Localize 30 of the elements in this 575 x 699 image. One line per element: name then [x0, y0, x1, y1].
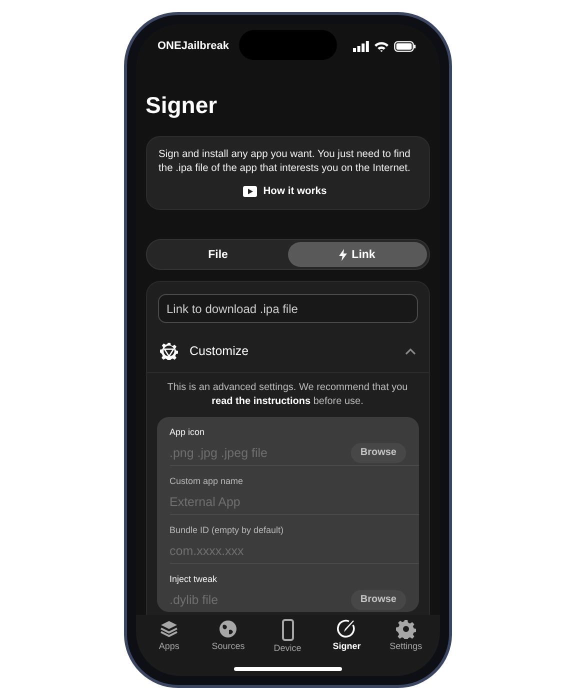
- wifi-icon: [374, 40, 388, 52]
- carrier-label: ONEJailbreak: [158, 40, 230, 52]
- field-label: Bundle ID (empty by default): [170, 525, 284, 536]
- how-it-works-link[interactable]: How it works: [243, 186, 327, 197]
- browse-button[interactable]: Browse: [351, 590, 406, 610]
- layers-icon: [159, 619, 180, 639]
- segment-tab[interactable]: Link: [288, 242, 426, 267]
- tab-item[interactable]: Apps: [140, 619, 199, 651]
- field-label: Inject tweak: [170, 574, 218, 585]
- settings-icon: [396, 619, 416, 639]
- lightning-icon: [338, 248, 347, 260]
- pen-circle-icon: [336, 619, 357, 639]
- field-label: App icon: [170, 427, 205, 438]
- battery-icon: [394, 40, 416, 52]
- gear-icon: [160, 342, 178, 360]
- link-input-field[interactable]: Link to download .ipa file: [158, 294, 418, 323]
- globe-icon: [218, 619, 238, 639]
- tab-item[interactable]: Device: [258, 619, 318, 653]
- info-text: Sign and install any app you want. You just need to find the .ipa file of the app that interests you on the Internet.: [158, 148, 412, 176]
- signal-icon: [352, 40, 368, 52]
- advice-text: This is an advanced settings. We recommend that you read the instructions before use.: [166, 381, 409, 409]
- tab-item[interactable]: Sources: [198, 619, 258, 651]
- tab-item[interactable]: Signer: [317, 619, 376, 651]
- tab-item[interactable]: Settings: [376, 619, 436, 651]
- segment-tab[interactable]: File: [148, 242, 288, 267]
- play-icon: [243, 186, 258, 197]
- customize-row[interactable]: Customize: [146, 336, 428, 373]
- browse-button[interactable]: Browse: [351, 442, 406, 462]
- field-label: Custom app name: [170, 476, 244, 487]
- page-title: Signer: [146, 91, 218, 119]
